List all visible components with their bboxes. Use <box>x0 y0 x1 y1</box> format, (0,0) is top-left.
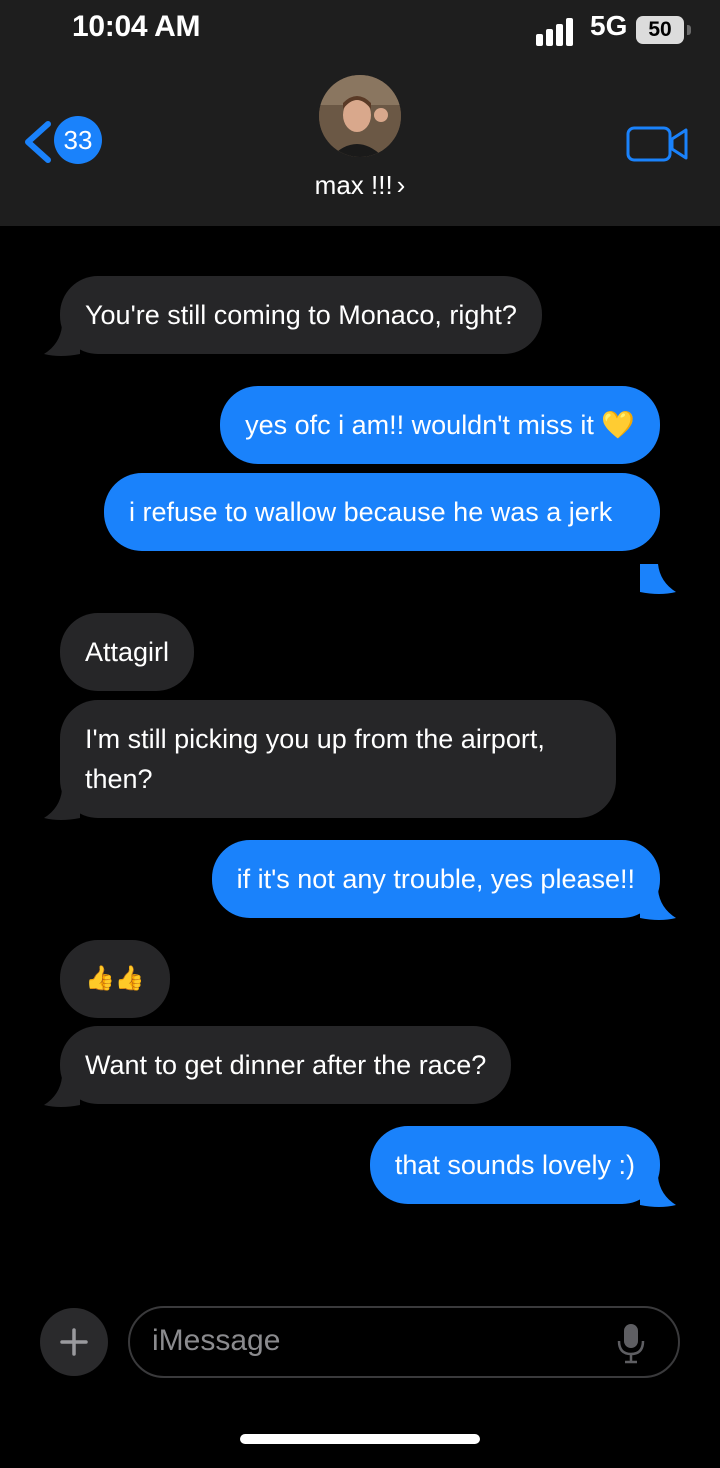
message-incoming[interactable]: Want to get dinner after the race? <box>60 1026 512 1104</box>
network-type: 5G <box>590 10 628 41</box>
message-outgoing[interactable]: yes ofc i am!! wouldn't miss it 💛 <box>220 386 660 464</box>
message-incoming[interactable]: I'm still picking you up from the airpor… <box>60 700 616 818</box>
message-incoming[interactable]: Attagirl <box>60 613 195 691</box>
status-time: 10:04 AM <box>72 10 201 43</box>
message-outgoing[interactable]: i refuse to wallow because he was a jerk <box>104 473 660 551</box>
message-input-placeholder: iMessage <box>152 1324 281 1357</box>
chevron-right-icon: › <box>396 170 406 200</box>
microphone-icon[interactable] <box>616 1322 646 1364</box>
plus-icon <box>60 1328 88 1356</box>
message-incoming[interactable]: 👍👍 <box>60 940 170 1018</box>
bubble-tail <box>44 1077 80 1107</box>
video-call-icon[interactable] <box>626 126 688 162</box>
message-outgoing[interactable]: that sounds lovely :) <box>369 1126 660 1204</box>
unread-count-badge[interactable]: 33 <box>54 116 102 164</box>
message-outgoing[interactable]: if it's not any trouble, yes please!! <box>211 840 660 918</box>
bubble-tail <box>640 890 676 920</box>
bubble-tail <box>44 326 80 356</box>
messages-screen: 10:04 AM 5G 50 33 max !!! › You're still… <box>0 0 720 1468</box>
home-indicator[interactable] <box>240 1434 480 1444</box>
back-chevron-icon[interactable] <box>20 118 56 166</box>
bubble-tail <box>44 790 80 820</box>
message-input[interactable]: iMessage <box>128 1306 680 1378</box>
signal-icon <box>536 18 573 46</box>
apps-plus-button[interactable] <box>40 1308 108 1376</box>
contact-name-label: max !!! <box>314 170 393 200</box>
avatar-photo <box>319 75 401 157</box>
battery-indicator: 50 <box>636 16 684 44</box>
battery-cap <box>687 25 691 35</box>
contact-name[interactable]: max !!! › <box>0 170 720 201</box>
contact-avatar[interactable] <box>319 75 401 157</box>
message-incoming[interactable]: You're still coming to Monaco, right? <box>60 276 542 354</box>
bubble-tail <box>640 564 676 594</box>
bubble-tail <box>640 1177 676 1207</box>
conversation-header: 10:04 AM 5G 50 33 max !!! › <box>0 0 720 226</box>
